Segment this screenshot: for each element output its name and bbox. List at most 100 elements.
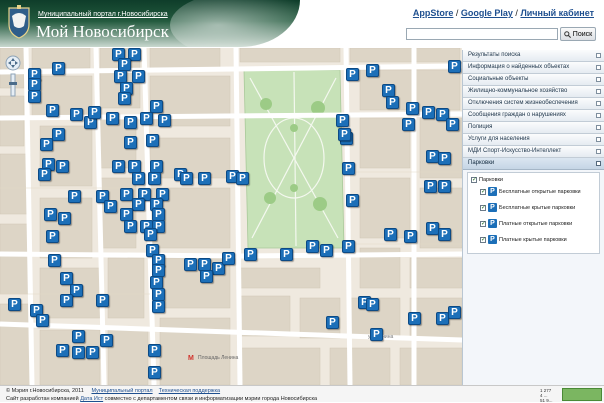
parking-marker-icon[interactable]: P (132, 198, 145, 211)
parking-marker-icon[interactable]: P (144, 228, 157, 241)
parking-marker-icon[interactable]: P (28, 90, 41, 103)
parking-marker-icon[interactable]: P (124, 116, 137, 129)
parking-marker-icon[interactable]: P (72, 346, 85, 359)
parking-marker-icon[interactable]: P (124, 136, 137, 149)
parking-marker-icon[interactable]: P (180, 172, 193, 185)
parking-marker-icon[interactable]: P (200, 270, 213, 283)
parking-marker-icon[interactable]: P (150, 100, 163, 113)
parking-marker-icon[interactable]: P (56, 160, 69, 173)
parking-marker-icon[interactable]: P (148, 366, 161, 379)
parking-type-row[interactable]: ✓ P Платные открытые парковки (480, 219, 572, 228)
parking-marker-icon[interactable]: P (46, 230, 59, 243)
parking-marker-icon[interactable]: P (402, 118, 415, 131)
expand-icon[interactable] (596, 149, 601, 154)
parking-marker-icon[interactable]: P (408, 312, 421, 325)
developer-link[interactable]: Дата Ист (80, 396, 103, 402)
parking-marker-icon[interactable]: P (244, 248, 257, 261)
parking-marker-icon[interactable]: P (384, 228, 397, 241)
panel-header-parking[interactable]: Парковки (463, 158, 604, 170)
checkbox-paid-covered[interactable]: ✓ (480, 236, 486, 243)
parking-marker-icon[interactable]: P (346, 194, 359, 207)
panel-item-police[interactable]: Полиция (463, 122, 604, 134)
parking-marker-icon[interactable]: P (46, 104, 59, 117)
parking-marker-icon[interactable]: P (48, 254, 61, 267)
parking-marker-icon[interactable]: P (38, 168, 51, 181)
parking-marker-icon[interactable]: P (422, 106, 435, 119)
appstore-link[interactable]: AppStore (413, 8, 454, 18)
parking-marker-icon[interactable]: P (438, 180, 451, 193)
parking-marker-icon[interactable]: P (40, 138, 53, 151)
parking-marker-icon[interactable]: P (222, 252, 235, 265)
parking-marker-icon[interactable]: P (88, 106, 101, 119)
parking-marker-icon[interactable]: P (320, 244, 333, 257)
parking-marker-icon[interactable]: P (52, 62, 65, 75)
parking-marker-icon[interactable]: P (336, 114, 349, 127)
parking-marker-icon[interactable]: P (148, 172, 161, 185)
parking-marker-icon[interactable]: P (338, 128, 351, 141)
expand-icon[interactable] (596, 53, 601, 58)
parking-marker-icon[interactable]: P (104, 200, 117, 213)
parking-marker-icon[interactable]: P (96, 294, 109, 307)
expand-icon[interactable] (596, 101, 601, 106)
parking-marker-icon[interactable]: P (280, 248, 293, 261)
parking-marker-icon[interactable]: P (124, 220, 137, 233)
panel-item-search-results[interactable]: Результаты поиска (463, 50, 604, 62)
parking-marker-icon[interactable]: P (184, 258, 197, 271)
checkbox-paid-open[interactable]: ✓ (480, 220, 486, 227)
parking-marker-icon[interactable]: P (146, 134, 159, 147)
parking-marker-icon[interactable]: P (44, 208, 57, 221)
parking-marker-icon[interactable]: P (366, 298, 379, 311)
parking-marker-icon[interactable]: P (56, 344, 69, 357)
parking-root[interactable]: ✓ Парковки (471, 177, 503, 183)
parking-marker-icon[interactable]: P (326, 316, 339, 329)
panel-item-housing[interactable]: Жилищно-коммунальное хозяйство (463, 86, 604, 98)
panel-item-social-objects[interactable]: Социальные объекты (463, 74, 604, 86)
parking-marker-icon[interactable]: P (58, 212, 71, 225)
zoom-control[interactable] (4, 54, 22, 98)
parking-marker-icon[interactable]: P (148, 344, 161, 357)
parking-marker-icon[interactable]: P (72, 330, 85, 343)
parking-marker-icon[interactable]: P (158, 114, 171, 127)
parking-marker-icon[interactable]: P (118, 92, 131, 105)
parking-marker-icon[interactable]: P (370, 328, 383, 341)
parking-marker-icon[interactable]: P (406, 102, 419, 115)
parking-marker-icon[interactable]: P (346, 68, 359, 81)
expand-icon[interactable] (596, 113, 601, 118)
parking-marker-icon[interactable]: P (198, 172, 211, 185)
parking-marker-icon[interactable]: P (424, 180, 437, 193)
google-play-link[interactable]: Google Play (461, 8, 513, 18)
parking-marker-icon[interactable]: P (438, 228, 451, 241)
panel-item-mdi[interactable]: МДИ Спорт-Искусство-Интеллект (463, 146, 604, 158)
tech-support-link[interactable]: Техническая поддержка (159, 388, 220, 394)
parking-marker-icon[interactable]: P (404, 230, 417, 243)
parking-marker-icon[interactable]: P (36, 314, 49, 327)
checkbox-parking-root[interactable]: ✓ (471, 177, 477, 183)
parking-marker-icon[interactable]: P (306, 240, 319, 253)
portal-link[interactable]: Муниципальный портал г.Новосибирска (38, 11, 168, 18)
parking-marker-icon[interactable]: P (52, 128, 65, 141)
parking-marker-icon[interactable]: P (446, 118, 459, 131)
parking-marker-icon[interactable]: P (448, 306, 461, 319)
parking-marker-icon[interactable]: P (68, 190, 81, 203)
parking-marker-icon[interactable]: P (366, 64, 379, 77)
panel-item-services[interactable]: Услуги для населения (463, 134, 604, 146)
parking-marker-icon[interactable]: P (70, 108, 83, 121)
search-button[interactable]: Поиск (560, 27, 596, 41)
parking-marker-icon[interactable]: P (8, 298, 21, 311)
panel-item-outages[interactable]: Отключения систем жизнеобеспечения (463, 98, 604, 110)
search-input[interactable] (406, 28, 558, 40)
checkbox-free-covered[interactable]: ✓ (480, 204, 486, 211)
coat-of-arms-icon[interactable] (6, 4, 32, 40)
panel-item-citizen-reports[interactable]: Сообщения граждан о нарушениях (463, 110, 604, 122)
parking-type-row[interactable]: ✓ P Бесплатные крытые парковки (480, 203, 575, 212)
personal-account-link[interactable]: Личный кабинет (520, 8, 594, 18)
parking-marker-icon[interactable]: P (140, 112, 153, 125)
parking-marker-icon[interactable]: P (448, 60, 461, 73)
parking-marker-icon[interactable]: P (236, 172, 249, 185)
map[interactable]: М Площадь Ленина ул. Ленина PPPPPPPPPPPP… (0, 48, 462, 385)
expand-icon[interactable] (596, 77, 601, 82)
collapse-icon[interactable] (596, 161, 601, 166)
expand-icon[interactable] (596, 125, 601, 130)
parking-marker-icon[interactable]: P (438, 152, 451, 165)
municipal-portal-link[interactable]: Муниципальный портал (91, 388, 152, 394)
